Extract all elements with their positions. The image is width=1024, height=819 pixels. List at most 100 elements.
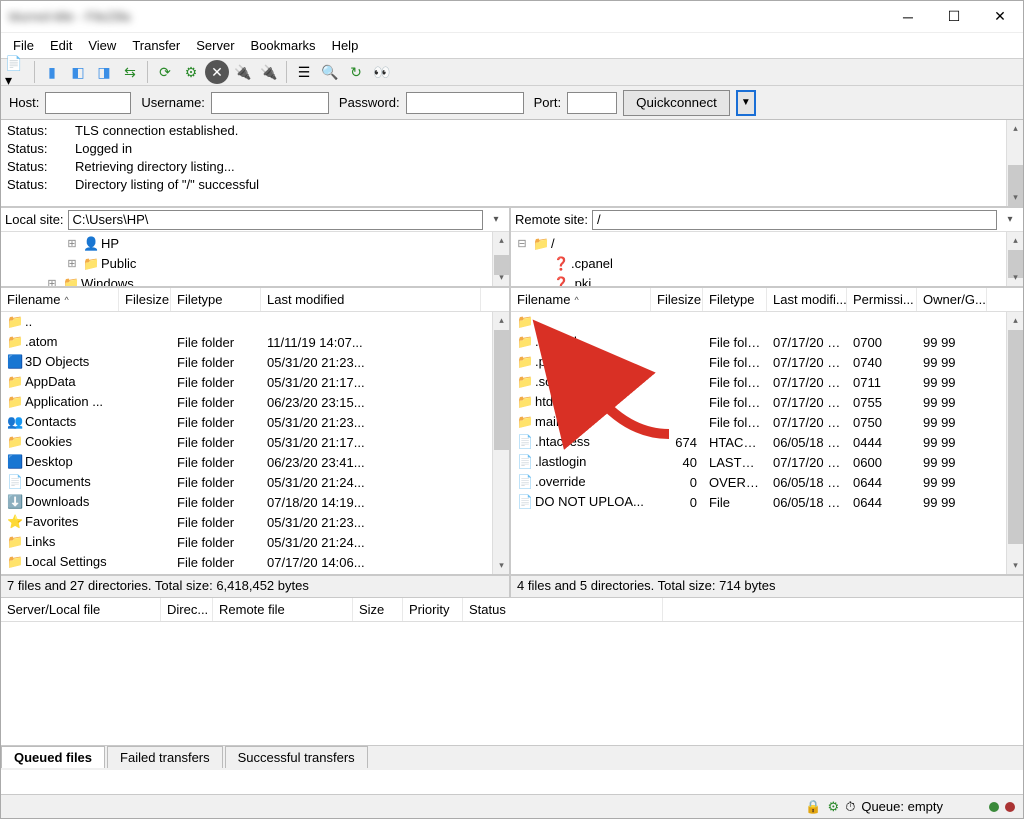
quickconnect-dropdown[interactable]: ▼ bbox=[736, 90, 756, 116]
log-label: Status: bbox=[7, 158, 59, 176]
column-header[interactable]: Filesize bbox=[651, 288, 703, 311]
tree-node[interactable]: ❓.pki bbox=[515, 274, 1019, 286]
local-summary: 7 files and 27 directories. Total size: … bbox=[1, 576, 511, 597]
column-header[interactable]: Last modified bbox=[261, 288, 481, 311]
file-row[interactable]: 🟦DesktopFile folder06/23/20 23:41... bbox=[1, 452, 509, 472]
transfer-column[interactable]: Direc... bbox=[161, 598, 213, 621]
file-row[interactable]: 📄.htaccess674HTACCE...06/05/18 2...04449… bbox=[511, 432, 1023, 452]
cancel-icon[interactable]: ✕ bbox=[205, 60, 229, 84]
refresh-icon[interactable]: ⟳ bbox=[153, 60, 177, 84]
filter-icon[interactable]: ☰ bbox=[292, 60, 316, 84]
file-row[interactable]: 📁.. bbox=[1, 312, 509, 332]
column-header[interactable]: Filesize bbox=[119, 288, 171, 311]
file-row[interactable]: 📄DO NOT UPLOA...0File06/05/18 2...064499… bbox=[511, 492, 1023, 512]
tree-node[interactable]: ❓.cpanel bbox=[515, 254, 1019, 274]
file-row[interactable]: 📁Application ...File folder06/23/20 23:1… bbox=[1, 392, 509, 412]
remote-path-input[interactable] bbox=[592, 210, 997, 230]
close-button[interactable]: ✕ bbox=[977, 1, 1023, 32]
menu-edit[interactable]: Edit bbox=[42, 36, 80, 55]
search-icon[interactable]: 🔍 bbox=[318, 60, 342, 84]
host-label: Host: bbox=[9, 95, 39, 110]
file-row[interactable]: 📁.atomFile folder11/11/19 14:07... bbox=[1, 332, 509, 352]
timer-icon: ⏱ bbox=[845, 799, 855, 815]
local-path-input[interactable] bbox=[68, 210, 483, 230]
local-path-dropdown[interactable]: ▾ bbox=[487, 214, 505, 225]
layout3-icon[interactable]: ◨ bbox=[92, 60, 116, 84]
username-label: Username: bbox=[141, 95, 205, 110]
file-row[interactable]: ⬇️DownloadsFile folder07/18/20 14:19... bbox=[1, 492, 509, 512]
host-input[interactable] bbox=[45, 92, 131, 114]
lock-icon: 🔒 bbox=[805, 799, 821, 815]
disconnect-icon[interactable]: 🔌 bbox=[231, 60, 255, 84]
column-header[interactable]: Last modifi... bbox=[767, 288, 847, 311]
file-row[interactable]: 📄.lastlogin40LASTLO...07/17/20 2...06009… bbox=[511, 452, 1023, 472]
menu-server[interactable]: Server bbox=[188, 36, 242, 55]
file-row[interactable]: 📁.cpanelFile folder07/17/20 2...070099 9… bbox=[511, 332, 1023, 352]
remote-summary: 4 files and 5 directories. Total size: 7… bbox=[511, 576, 1023, 597]
tree-node[interactable]: ⊞📁Windows bbox=[5, 274, 505, 286]
window-title: blurred-title - FileZilla bbox=[1, 9, 130, 24]
layout2-icon[interactable]: ◧ bbox=[66, 60, 90, 84]
column-header[interactable]: Filetype bbox=[171, 288, 261, 311]
port-input[interactable] bbox=[567, 92, 617, 114]
tree-node[interactable]: ⊞📁Public bbox=[5, 254, 505, 274]
settings-icon[interactable]: ⚙ bbox=[828, 799, 840, 815]
file-row[interactable]: 📄DocumentsFile folder05/31/20 21:24... bbox=[1, 472, 509, 492]
file-row[interactable]: ⭐FavoritesFile folder05/31/20 21:23... bbox=[1, 512, 509, 532]
binoculars-icon[interactable]: 👀 bbox=[370, 60, 394, 84]
menu-file[interactable]: File bbox=[5, 36, 42, 55]
password-input[interactable] bbox=[406, 92, 524, 114]
port-label: Port: bbox=[534, 95, 561, 110]
file-row[interactable]: 📄.override0OVERRI...06/05/18 2...064499 … bbox=[511, 472, 1023, 492]
log-text: TLS connection established. bbox=[75, 122, 238, 140]
file-row[interactable]: 👥ContactsFile folder05/31/20 21:23... bbox=[1, 412, 509, 432]
file-row[interactable]: 📁.pkiFile folder07/17/20 2...074099 99 bbox=[511, 352, 1023, 372]
remote-path-dropdown[interactable]: ▾ bbox=[1001, 214, 1019, 225]
column-header[interactable]: Permissi... bbox=[847, 288, 917, 311]
tab-successful-transfers[interactable]: Successful transfers bbox=[225, 746, 368, 768]
tab-queued-files[interactable]: Queued files bbox=[1, 746, 105, 768]
transfer-column[interactable]: Server/Local file bbox=[1, 598, 161, 621]
compare-icon[interactable]: ↻ bbox=[344, 60, 368, 84]
file-row[interactable]: 📁Local SettingsFile folder07/17/20 14:06… bbox=[1, 552, 509, 572]
column-header[interactable]: Filename^ bbox=[511, 288, 651, 311]
menu-transfer[interactable]: Transfer bbox=[124, 36, 188, 55]
menu-view[interactable]: View bbox=[80, 36, 124, 55]
file-row[interactable]: 🟦3D ObjectsFile folder05/31/20 21:23... bbox=[1, 352, 509, 372]
sitemanager-icon[interactable]: 📄▾ bbox=[5, 60, 29, 84]
transfer-column[interactable]: Status bbox=[463, 598, 663, 621]
process-icon[interactable]: ⚙ bbox=[179, 60, 203, 84]
username-input[interactable] bbox=[211, 92, 329, 114]
file-row[interactable]: 📁mailFile folder07/17/20 2...075099 99 bbox=[511, 412, 1023, 432]
log-pane[interactable]: Status:TLS connection established.Status… bbox=[1, 120, 1023, 208]
reconnect-icon[interactable]: 🔌 bbox=[257, 60, 281, 84]
column-header[interactable]: Filename^ bbox=[1, 288, 119, 311]
log-text: Logged in bbox=[75, 140, 132, 158]
column-header[interactable]: Filetype bbox=[703, 288, 767, 311]
tree-node[interactable]: ⊞👤HP bbox=[5, 234, 505, 254]
tab-failed-transfers[interactable]: Failed transfers bbox=[107, 746, 223, 768]
activity-dot-red bbox=[1005, 802, 1015, 812]
file-row[interactable]: 📁AppDataFile folder05/31/20 21:17... bbox=[1, 372, 509, 392]
file-row[interactable]: 📁.. bbox=[511, 312, 1023, 332]
layout1-icon[interactable]: ▮ bbox=[40, 60, 64, 84]
file-row[interactable]: 📁CookiesFile folder05/31/20 21:17... bbox=[1, 432, 509, 452]
toolbar: 📄▾ ▮ ◧ ◨ ⇆ ⟳ ⚙ ✕ 🔌 🔌 ☰ 🔍 ↻ 👀 bbox=[1, 58, 1023, 86]
transfer-column[interactable]: Size bbox=[353, 598, 403, 621]
queue-status: Queue: empty bbox=[861, 799, 943, 814]
column-header[interactable]: Owner/G... bbox=[917, 288, 987, 311]
log-text: Directory listing of "/" successful bbox=[75, 176, 259, 194]
menu-bookmarks[interactable]: Bookmarks bbox=[243, 36, 324, 55]
file-row[interactable]: 📁.softaculousFile folder07/17/20 2...071… bbox=[511, 372, 1023, 392]
maximize-button[interactable]: ☐ bbox=[931, 1, 977, 32]
transfer-column[interactable]: Priority bbox=[403, 598, 463, 621]
transfer-queue[interactable] bbox=[1, 622, 1023, 745]
quickconnect-button[interactable]: Quickconnect bbox=[623, 90, 730, 116]
menu-help[interactable]: Help bbox=[324, 36, 367, 55]
minimize-button[interactable]: ─ bbox=[885, 1, 931, 32]
sync-icon[interactable]: ⇆ bbox=[118, 60, 142, 84]
tree-node[interactable]: ⊟📁/ bbox=[515, 234, 1019, 254]
file-row[interactable]: 📁htdocsFile folder07/17/20 2...075599 99 bbox=[511, 392, 1023, 412]
file-row[interactable]: 📁LinksFile folder05/31/20 21:24... bbox=[1, 532, 509, 552]
transfer-column[interactable]: Remote file bbox=[213, 598, 353, 621]
